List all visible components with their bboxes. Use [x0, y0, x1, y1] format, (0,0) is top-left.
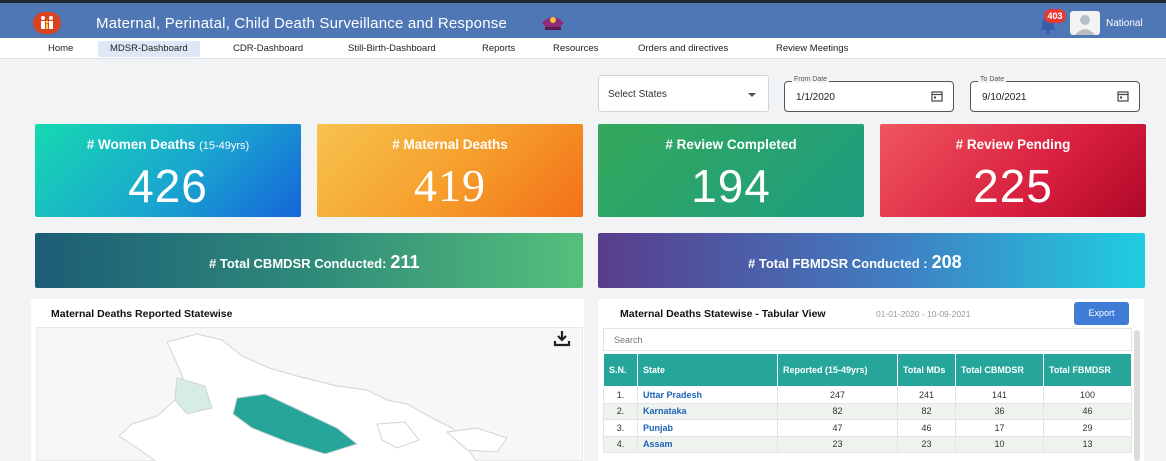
- cell-reported: 47: [777, 419, 898, 437]
- user-label[interactable]: National: [1106, 18, 1143, 29]
- nav-cdr-dashboard[interactable]: CDR-Dashboard: [221, 41, 315, 57]
- to-date-value: 9/10/2021: [982, 92, 1027, 103]
- cell-reported: 247: [777, 386, 898, 404]
- app-title: Maternal, Perinatal, Child Death Surveil…: [96, 15, 507, 32]
- from-date-value: 1/1/2020: [796, 92, 835, 103]
- review-pending-value: 225: [973, 160, 1053, 212]
- cell-total-fbmdsr: 29: [1043, 419, 1132, 437]
- family-icon: [41, 16, 53, 29]
- cell-sn: 3.: [603, 419, 638, 437]
- cell-total-fbmdsr: 46: [1043, 402, 1132, 420]
- total-fbmdsr-label: # Total FBMDSR Conducted :: [748, 256, 928, 271]
- col-total-mds[interactable]: Total MDs: [897, 353, 956, 387]
- export-button[interactable]: Export: [1074, 302, 1129, 325]
- app-header: Maternal, Perinatal, Child Death Surveil…: [0, 0, 1166, 38]
- india-map-shape: [118, 333, 508, 461]
- nav-home[interactable]: Home: [36, 41, 85, 57]
- table-search: [603, 328, 1132, 351]
- emblem-icon: [542, 17, 564, 30]
- download-icon[interactable]: [553, 329, 571, 347]
- table-daterange: 01-01-2020 - 10-09-2021: [876, 309, 971, 319]
- notification-badge: 403: [1044, 9, 1066, 23]
- cell-total-cbmdsr: 10: [955, 435, 1044, 453]
- total-cbmdsr-value: 211: [390, 252, 420, 272]
- chevron-down-icon: [748, 93, 756, 97]
- table-row: 4. Assam 23 23 10 13: [603, 435, 1132, 453]
- cell-total-mds: 46: [897, 419, 956, 437]
- cell-sn: 2.: [603, 402, 638, 420]
- review-pending-card[interactable]: # Review Pending 225: [880, 124, 1146, 217]
- user-icon: [1075, 15, 1095, 35]
- cell-reported: 23: [777, 435, 898, 453]
- col-state[interactable]: State: [637, 353, 778, 387]
- calendar-icon[interactable]: [1117, 90, 1129, 102]
- maternal-deaths-card[interactable]: # Maternal Deaths 419: [317, 124, 583, 217]
- cell-total-mds: 82: [897, 402, 956, 420]
- nav-review-meetings[interactable]: Review Meetings: [764, 41, 860, 57]
- cell-total-cbmdsr: 36: [955, 402, 1044, 420]
- col-sn[interactable]: S.N.: [603, 353, 638, 387]
- india-map[interactable]: [36, 327, 583, 461]
- review-completed-label: # Review Completed: [665, 137, 797, 152]
- cell-total-cbmdsr: 17: [955, 419, 1044, 437]
- app-logo[interactable]: [33, 12, 61, 34]
- women-deaths-label: # Women Deaths (15-49yrs): [86, 137, 250, 152]
- col-total-fbmdsr[interactable]: Total FBMDSR: [1043, 353, 1132, 387]
- table-row: 3. Punjab 47 46 17 29: [603, 419, 1132, 437]
- table-panel-title: Maternal Deaths Statewise - Tabular View: [620, 308, 826, 320]
- women-deaths-value: 426: [128, 160, 208, 212]
- cell-total-fbmdsr: 100: [1043, 386, 1132, 404]
- maternal-deaths-label: # Maternal Deaths: [392, 137, 508, 152]
- table-row: 1. Uttar Pradesh 247 241 141 100: [603, 386, 1132, 404]
- col-total-cbmdsr[interactable]: Total CBMDSR: [955, 353, 1044, 387]
- cell-sn: 1.: [603, 386, 638, 404]
- cell-state-link[interactable]: Karnataka: [637, 402, 778, 420]
- cell-sn: 4.: [603, 435, 638, 453]
- nav-mdsr-dashboard[interactable]: MDSR-Dashboard: [98, 41, 200, 57]
- table-panel: Maternal Deaths Statewise - Tabular View…: [598, 299, 1144, 461]
- maternal-deaths-value: 419: [414, 160, 486, 211]
- main-nav: Home MDSR-Dashboard CDR-Dashboard Still-…: [0, 38, 1166, 59]
- cell-total-cbmdsr: 141: [955, 386, 1044, 404]
- search-input[interactable]: [604, 329, 1131, 350]
- cell-total-mds: 241: [897, 386, 956, 404]
- map-panel-title: Maternal Deaths Reported Statewise: [51, 308, 233, 320]
- review-completed-value: 194: [691, 160, 771, 212]
- cell-reported: 82: [777, 402, 898, 420]
- statewise-table: S.N. State Reported (15-49yrs) Total MDs…: [603, 353, 1132, 453]
- total-cbmdsr-banner: # Total CBMDSR Conducted: 211: [35, 233, 583, 288]
- total-fbmdsr-value: 208: [931, 252, 962, 272]
- col-reported[interactable]: Reported (15-49yrs): [777, 353, 898, 387]
- calendar-icon[interactable]: [931, 90, 943, 102]
- total-fbmdsr-banner: # Total FBMDSR Conducted :208: [598, 233, 1145, 288]
- user-avatar[interactable]: [1070, 11, 1100, 35]
- nav-resources[interactable]: Resources: [541, 41, 610, 57]
- review-completed-card[interactable]: # Review Completed 194: [598, 124, 864, 217]
- cell-state-link[interactable]: Assam: [637, 435, 778, 453]
- nav-still-birth-dashboard[interactable]: Still-Birth-Dashboard: [336, 41, 448, 57]
- from-date-field[interactable]: From Date 1/1/2020: [784, 76, 954, 112]
- review-pending-label: # Review Pending: [955, 137, 1071, 152]
- nav-reports[interactable]: Reports: [470, 41, 527, 57]
- nav-orders-directives[interactable]: Orders and directives: [626, 41, 740, 57]
- to-date-label: To Date: [978, 76, 1007, 83]
- cell-state-link[interactable]: Punjab: [637, 419, 778, 437]
- cell-total-mds: 23: [897, 435, 956, 453]
- cell-total-fbmdsr: 13: [1043, 435, 1132, 453]
- from-date-label: From Date: [792, 76, 830, 83]
- cell-state-link[interactable]: Uttar Pradesh: [637, 386, 778, 404]
- to-date-field[interactable]: To Date 9/10/2021: [970, 76, 1140, 112]
- table-scrollbar[interactable]: [1134, 330, 1140, 461]
- women-deaths-card[interactable]: # Women Deaths (15-49yrs) 426: [35, 124, 301, 217]
- state-select-value: Select States: [608, 89, 667, 100]
- table-row: 2. Karnataka 82 82 36 46: [603, 402, 1132, 420]
- map-panel: Maternal Deaths Reported Statewise: [31, 299, 584, 461]
- total-cbmdsr-label: # Total CBMDSR Conducted:: [209, 256, 387, 271]
- state-select[interactable]: Select States: [598, 75, 769, 112]
